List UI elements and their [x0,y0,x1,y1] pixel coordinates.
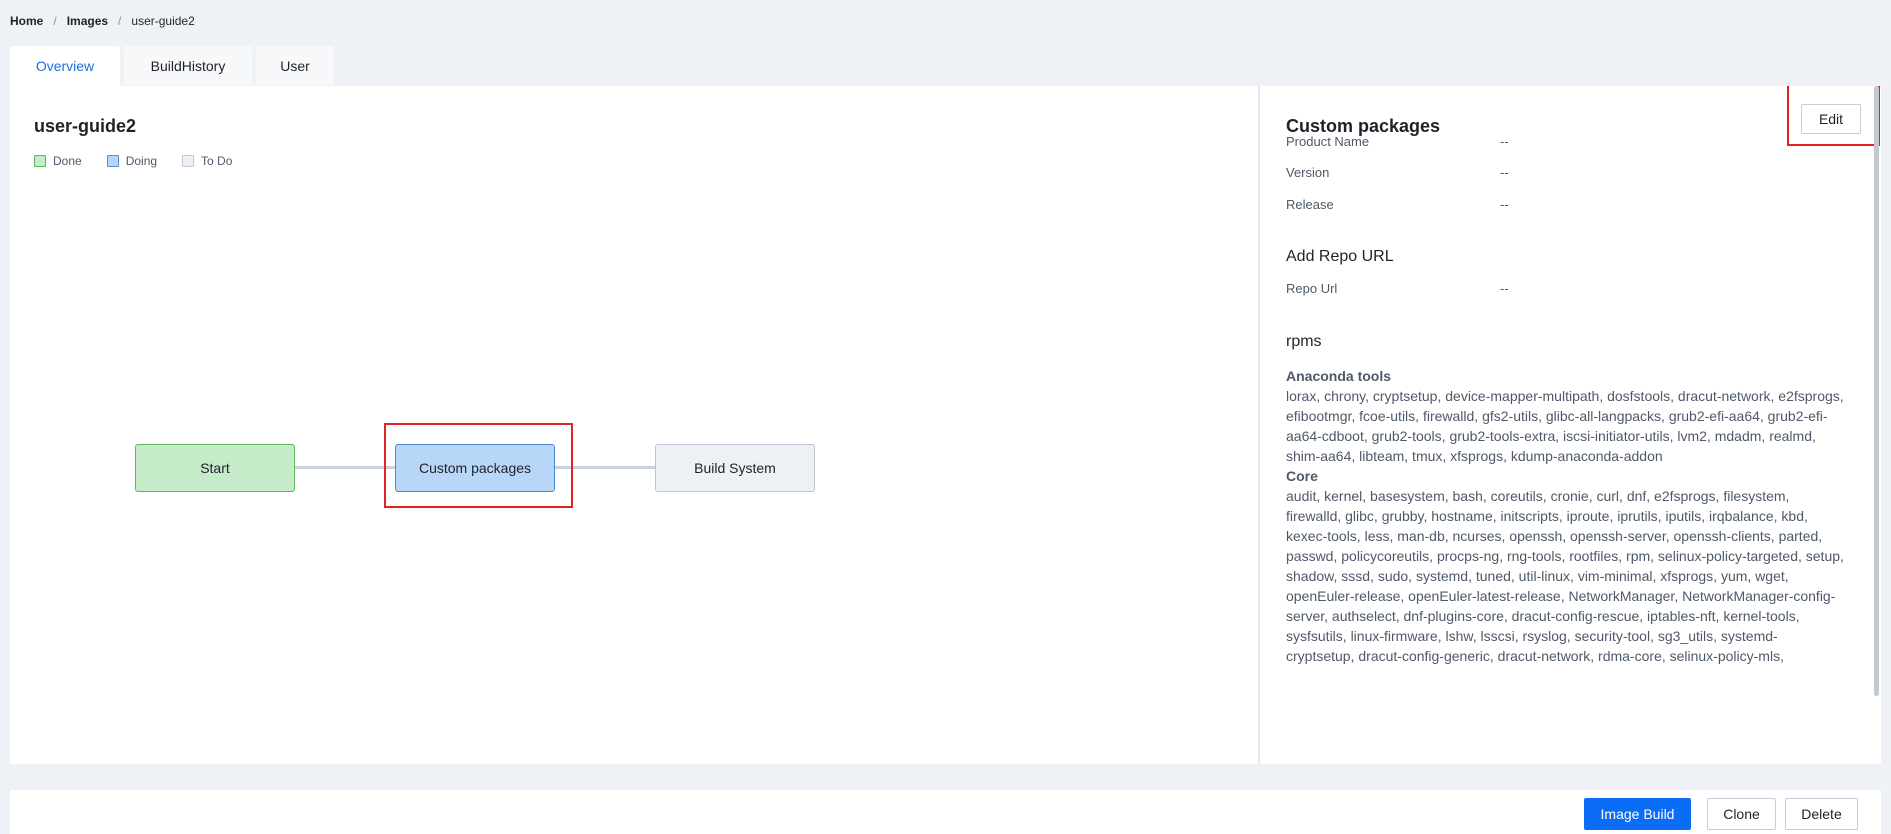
field-value-release: -- [1500,197,1509,212]
main-panel: user-guide2 Done Doing To Do Start Custo… [10,86,1881,764]
action-bar: Image Build Clone Delete [10,790,1881,834]
field-label-version: Version [1286,165,1330,180]
field-value-version: -- [1500,165,1509,180]
rpm-group-name: Anaconda tools [1286,368,1392,384]
rpm-group-name: Core [1286,468,1318,484]
legend-done-swatch [34,155,46,167]
flow-node-build-system[interactable]: Build System [655,444,815,492]
field-value-repo-url: -- [1500,281,1509,296]
status-legend: Done Doing To Do [34,154,257,168]
legend-doing-label: Doing [125,154,158,168]
rpm-group-packages: audit, kernel, basesystem, bash, coreuti… [1286,488,1844,664]
breadcrumb-separator: / [53,14,57,28]
legend-doing-swatch [106,155,119,167]
tab-buildhistory[interactable]: BuildHistory [124,46,252,85]
breadcrumb-home[interactable]: Home [10,14,43,28]
legend-todo-swatch [182,155,195,167]
field-label-repo-url: Repo Url [1286,281,1338,296]
legend-todo-label: To Do [201,154,233,168]
tab-user[interactable]: User [256,46,334,85]
breadcrumb: Home / Images / user-guide2 [10,14,195,28]
tab-overview[interactable]: Overview [10,46,120,86]
flow-panel: user-guide2 Done Doing To Do Start Custo… [10,86,1258,764]
highlight-box [1787,86,1880,146]
breadcrumb-separator: / [118,14,122,28]
flow-connector [295,466,395,469]
tab-bar: Overview BuildHistory User [10,46,338,86]
rpm-group-packages: lorax, chrony, cryptsetup, device-mapper… [1286,388,1844,464]
image-build-button[interactable]: Image Build [1584,798,1691,830]
legend-done: Done [34,154,82,168]
details-scrollbar[interactable] [1874,86,1879,696]
rpms-section-title: rpms [1286,333,1322,350]
delete-button[interactable]: Delete [1785,798,1858,830]
legend-todo: To Do [182,154,232,168]
image-title: user-guide2 [34,116,137,136]
field-value-product-name: -- [1500,134,1509,149]
legend-doing: Doing [106,154,158,168]
breadcrumb-images[interactable]: Images [67,14,108,28]
legend-done-label: Done [53,154,82,168]
details-panel: Custom packages Edit Product Name -- Ver… [1260,86,1881,764]
clone-button[interactable]: Clone [1707,798,1776,830]
highlight-box [384,423,573,508]
flow-node-start[interactable]: Start [135,444,295,492]
field-label-release: Release [1286,197,1334,212]
field-label-product-name: Product Name [1286,134,1370,149]
breadcrumb-current: user-guide2 [131,14,195,28]
repo-section-title: Add Repo URL [1286,248,1394,265]
